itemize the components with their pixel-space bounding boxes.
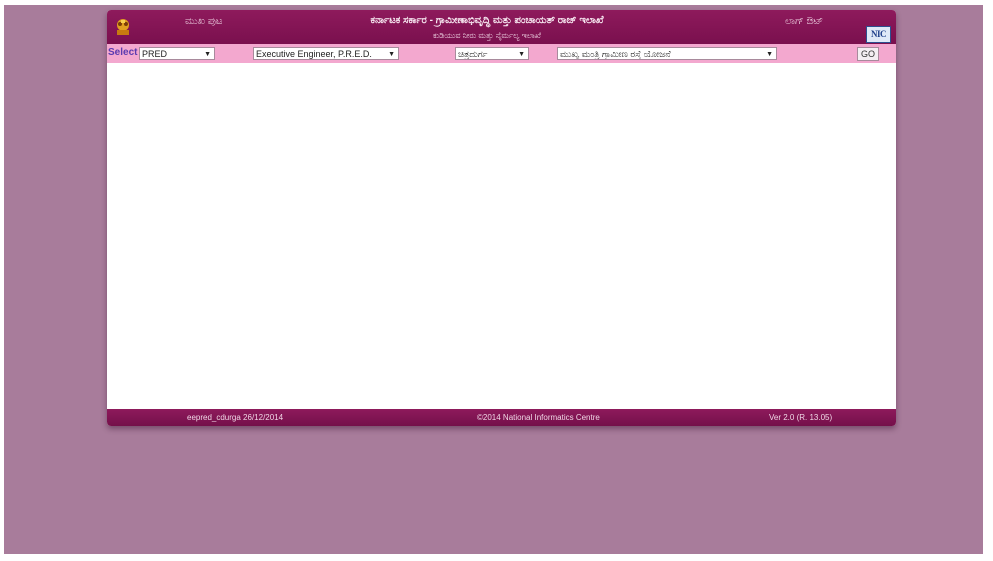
dropdown-arrow-icon: ▼ — [518, 51, 525, 58]
footer-copyright: ©2014 National Informatics Centre — [477, 413, 600, 422]
page-background: ಮುಖ ಪುಟ ಕರ್ನಾಟಕ ಸರ್ಕಾರ - ಗ್ರಾಮೀಣಾಭಿವೃದ್ಧ… — [4, 5, 983, 554]
dropdown-arrow-icon: ▼ — [204, 51, 211, 58]
district-select-value: ಚಿತ್ರದುರ್ಗ — [458, 49, 488, 59]
selection-toolbar: Select PRED ▼ Executive Engineer, P.R.E.… — [107, 44, 896, 63]
dropdown-arrow-icon: ▼ — [766, 51, 773, 58]
department-select[interactable]: PRED ▼ — [139, 47, 215, 60]
app-window: ಮುಖ ಪುಟ ಕರ್ನಾಟಕ ಸರ್ಕಾರ - ಗ್ರಾಮೀಣಾಭಿವೃದ್ಧ… — [107, 10, 896, 426]
district-select[interactable]: ಚಿತ್ರದುರ್ಗ ▼ — [455, 47, 529, 60]
dropdown-arrow-icon: ▼ — [388, 51, 395, 58]
office-select-value: Executive Engineer, P.R.E.D. — [256, 49, 372, 59]
nic-logo: NIC — [866, 26, 891, 43]
page-title: ಕರ್ನಾಟಕ ಸರ್ಕಾರ - ಗ್ರಾಮೀಣಾಭಿವೃದ್ಧಿ ಮತ್ತು … — [370, 15, 604, 26]
page-subtitle: ಕುಡಿಯುವ ನೀರು ಮತ್ತು ನೈರ್ಮಲ್ಯ ಇಲಾಖೆ — [433, 31, 541, 40]
office-select[interactable]: Executive Engineer, P.R.E.D. ▼ — [253, 47, 399, 60]
department-select-value: PRED — [142, 49, 168, 59]
content-area — [107, 63, 896, 409]
footer-bar: eepred_cdurga 26/12/2014 ©2014 National … — [107, 409, 896, 426]
scheme-select-value: ಮುಖ್ಯ ಮಂತ್ರಿ ಗ್ರಾಮೀಣ ರಸ್ತೆ ಯೋಜನೆ — [560, 49, 671, 59]
scheme-select[interactable]: ಮುಖ್ಯ ಮಂತ್ರಿ ಗ್ರಾಮೀಣ ರಸ್ತೆ ಯೋಜನೆ ▼ — [557, 47, 777, 60]
footer-user-date: eepred_cdurga 26/12/2014 — [187, 413, 284, 422]
karnataka-emblem-icon — [117, 19, 129, 35]
select-label: Select — [108, 47, 138, 58]
header-bar: ಮುಖ ಪುಟ ಕರ್ನಾಟಕ ಸರ್ಕಾರ - ಗ್ರಾಮೀಣಾಭಿವೃದ್ಧ… — [107, 10, 896, 44]
logout-link[interactable]: ಲಾಗ್ ಔಟ್ — [785, 16, 823, 27]
footer-version: Ver 2.0 (R. 13.05) — [769, 413, 833, 422]
home-link[interactable]: ಮುಖ ಪುಟ — [185, 16, 222, 27]
go-button[interactable]: GO — [857, 47, 879, 61]
